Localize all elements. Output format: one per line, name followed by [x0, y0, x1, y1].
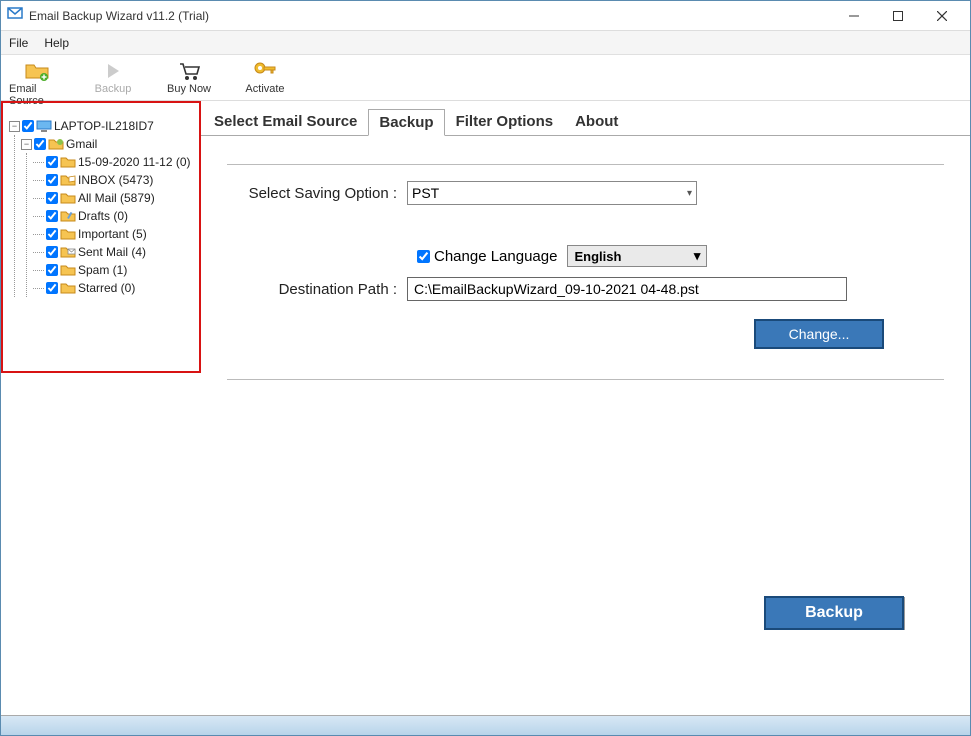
saving-option-label: Select Saving Option : [227, 185, 407, 202]
tree-checkbox[interactable] [46, 192, 58, 204]
change-language-checkbox[interactable] [417, 250, 430, 263]
tree-checkbox[interactable] [46, 264, 58, 276]
chevron-down-icon: ▾ [694, 248, 701, 264]
folder-tree: − LAPTOP-IL218ID7 − Gmail 15-09-2020 11-… [1, 101, 201, 373]
tree-folder-label: All Mail (5879) [78, 191, 155, 205]
tree-checkbox[interactable] [34, 138, 46, 150]
tool-backup[interactable]: Backup [85, 59, 141, 95]
close-button[interactable] [920, 2, 964, 30]
tool-email-source[interactable]: Email Source [9, 59, 65, 107]
change-language-text: Change Language [434, 248, 557, 265]
folder-icon [60, 174, 76, 186]
tree-folder-label: Important (5) [78, 227, 147, 241]
tree-account-label: Gmail [66, 137, 97, 151]
maximize-button[interactable] [876, 2, 920, 30]
tab-filter-options[interactable]: Filter Options [445, 108, 565, 135]
tree-folder-label: 15-09-2020 11-12 (0) [78, 155, 191, 169]
titlebar: Email Backup Wizard v11.2 (Trial) [1, 1, 970, 31]
folder-icon [60, 246, 76, 258]
destination-path-input[interactable] [407, 277, 847, 301]
saving-option-select[interactable]: PST ▾ [407, 181, 697, 205]
folder-icon [60, 264, 76, 276]
tree-checkbox[interactable] [46, 228, 58, 240]
folder-icon [60, 192, 76, 204]
minimize-button[interactable] [832, 2, 876, 30]
language-value: English [574, 249, 621, 264]
tree-folder-label: Starred (0) [78, 281, 135, 295]
tree-folder-label: INBOX (5473) [78, 173, 153, 187]
computer-icon [36, 120, 52, 132]
menubar: File Help [1, 31, 970, 55]
tool-activate-label: Activate [245, 83, 284, 95]
mail-account-icon [48, 138, 64, 150]
tabs: Select Email Source Backup Filter Option… [201, 107, 970, 135]
tree-checkbox[interactable] [46, 246, 58, 258]
app-icon [7, 5, 23, 26]
menu-file[interactable]: File [9, 36, 28, 50]
tool-backup-label: Backup [95, 83, 132, 95]
destination-path-label: Destination Path : [227, 281, 407, 298]
tab-backup[interactable]: Backup [368, 109, 444, 136]
chevron-down-icon: ▾ [687, 188, 692, 199]
saving-option-value: PST [412, 185, 439, 201]
tree-folder[interactable]: INBOX (5473) [33, 171, 195, 189]
tree-root-label: LAPTOP-IL218ID7 [54, 119, 154, 133]
statusbar [1, 715, 970, 735]
tool-activate[interactable]: Activate [237, 59, 293, 95]
tool-buy-now[interactable]: Buy Now [161, 59, 217, 95]
tree-checkbox[interactable] [46, 210, 58, 222]
tree-folder-label: Drafts (0) [78, 209, 128, 223]
tree-folder[interactable]: Important (5) [33, 225, 195, 243]
language-select[interactable]: English ▾ [567, 245, 707, 267]
tree-folder[interactable]: Drafts (0) [33, 207, 195, 225]
folder-icon [60, 228, 76, 240]
folder-icon [60, 282, 76, 294]
backup-button[interactable]: Backup [764, 596, 904, 630]
tree-folder[interactable]: Spam (1) [33, 261, 195, 279]
tree-checkbox[interactable] [46, 174, 58, 186]
key-icon [253, 59, 277, 83]
expander-icon[interactable]: − [9, 121, 20, 132]
tree-folder[interactable]: Starred (0) [33, 279, 195, 297]
tree-root[interactable]: − LAPTOP-IL218ID7 [9, 117, 195, 135]
tree-folder[interactable]: Sent Mail (4) [33, 243, 195, 261]
folder-icon [60, 156, 76, 168]
cart-icon [177, 59, 201, 83]
tree-checkbox[interactable] [46, 282, 58, 294]
folder-plus-icon [24, 59, 50, 83]
tree-folder[interactable]: All Mail (5879) [33, 189, 195, 207]
play-icon [103, 59, 123, 83]
change-button[interactable]: Change... [754, 319, 884, 349]
tree-folder-label: Spam (1) [78, 263, 127, 277]
tree-folder-label: Sent Mail (4) [78, 245, 146, 259]
tree-checkbox[interactable] [46, 156, 58, 168]
tab-about[interactable]: About [564, 108, 629, 135]
window-title: Email Backup Wizard v11.2 (Trial) [29, 9, 832, 23]
tree-folder[interactable]: 15-09-2020 11-12 (0) [33, 153, 195, 171]
tool-buy-now-label: Buy Now [167, 83, 211, 95]
expander-icon[interactable]: − [21, 139, 32, 150]
toolbar: Email Source Backup Buy Now Activate [1, 55, 970, 101]
menu-help[interactable]: Help [44, 36, 69, 50]
change-language-checkbox-label[interactable]: Change Language [417, 248, 557, 265]
tab-select-source[interactable]: Select Email Source [203, 108, 368, 135]
tree-checkbox[interactable] [22, 120, 34, 132]
folder-icon [60, 210, 76, 222]
tree-account[interactable]: − Gmail [21, 135, 195, 153]
